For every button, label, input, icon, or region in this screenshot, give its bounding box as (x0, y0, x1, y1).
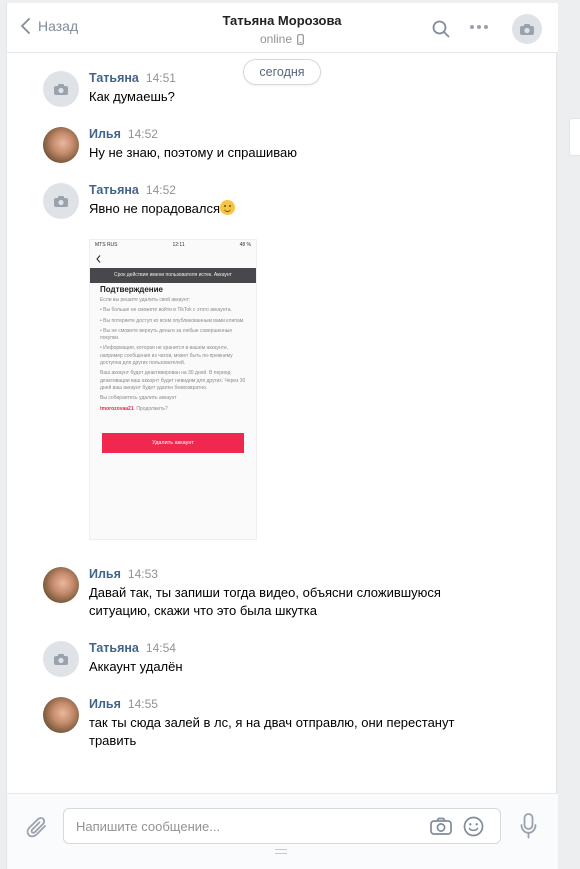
phone-username: tmorozovaa21 (100, 405, 134, 412)
avatar[interactable] (43, 183, 79, 219)
message-text-wrap: Явно не порадовался (89, 200, 479, 218)
message-time[interactable]: 14:54 (146, 641, 176, 655)
phone-time: 12:11 (172, 242, 185, 248)
message-header: Татьяна 14:51 (89, 71, 176, 85)
phone-question-suffix: . Продолжить? (133, 405, 168, 412)
dialog-header: Назад Татьяна Морозова online (7, 3, 558, 53)
more-options-icon[interactable] (470, 25, 488, 29)
phone-bullet: • Вы потеряете доступ ко всем опубликова… (100, 317, 245, 324)
author-name[interactable]: Илья (89, 127, 121, 141)
avatar[interactable] (43, 567, 79, 603)
phone-delete-button: Удалить аккаунт (102, 432, 244, 453)
camera-icon (54, 653, 68, 665)
paperclip-icon (26, 817, 46, 838)
search-button[interactable] (432, 20, 450, 41)
contact-avatar[interactable] (512, 14, 542, 44)
author-name[interactable]: Татьяна (89, 183, 139, 197)
camera-icon (520, 23, 534, 35)
avatar[interactable] (43, 71, 79, 107)
message-time[interactable]: 14:51 (146, 71, 176, 85)
phone-deactivation-note: Ваш аккаунт будет деактивирован на 30 дн… (100, 370, 246, 391)
message-input-box (63, 808, 501, 844)
message-time[interactable]: 14:52 (128, 127, 158, 141)
message-header: Татьяна 14:54 (89, 641, 176, 655)
microphone-icon (520, 813, 537, 839)
chevron-left-icon (21, 18, 30, 34)
online-status: online (177, 32, 387, 46)
message-text: Как думаешь? (89, 89, 175, 104)
message-header: Илья 14:52 (89, 127, 158, 141)
phone-banner: Срок действия имени пользователя истек. … (90, 268, 256, 283)
date-divider: сегодня (243, 59, 321, 85)
battery-text: 48 % (239, 242, 251, 248)
message-input[interactable] (76, 817, 406, 835)
back-label: Назад (38, 18, 79, 34)
carrier-text: MTS RUS (95, 242, 118, 248)
phone-bullet: • Вы больше не сможете войти в TikTok с … (100, 307, 232, 314)
winking-face-emoji-icon (220, 200, 235, 215)
phone-back-icon (90, 250, 256, 268)
phone-bullet: • Вы не сможете вернуть деньги за любые … (100, 327, 233, 342)
avatar[interactable] (43, 127, 79, 163)
message-header: Татьяна 14:52 (89, 183, 176, 197)
voice-message-button[interactable] (520, 813, 537, 842)
phone-intro: Если вы решите удалить свой аккаунт: (100, 297, 191, 303)
message-text: так ты сюда залей в лс, я на двач отправ… (89, 715, 455, 748)
camera-button[interactable] (430, 817, 452, 838)
status-text: online (259, 32, 293, 46)
attached-image[interactable]: MTS RUS 12:11 48 % Срок действия имени п… (89, 239, 257, 540)
emoji-button[interactable] (463, 816, 484, 840)
author-name[interactable]: Илья (89, 697, 121, 711)
avatar[interactable] (43, 697, 79, 733)
phone-question: Вы собираетесь удалить аккаунт (100, 395, 177, 402)
message-text: Явно не порадовался (89, 201, 220, 216)
dialog-panel: Назад Татьяна Морозова online сегодня Та… (6, 3, 558, 869)
avatar[interactable] (43, 641, 79, 677)
phone-question-line: tmorozovaa21. Продолжить? (100, 406, 246, 413)
phone-bullet: • Информация, которая не хранится в ваше… (100, 345, 233, 367)
dialog-title-block: Татьяна Морозова online (177, 13, 387, 46)
message-header: Илья 14:53 (89, 567, 158, 581)
smile-icon (463, 816, 484, 837)
message-time[interactable]: 14:53 (128, 567, 158, 581)
camera-icon (430, 817, 452, 835)
phone-status-bar: MTS RUS 12:11 48 % (90, 240, 256, 250)
message-time[interactable]: 14:55 (128, 697, 158, 711)
back-button[interactable]: Назад (21, 18, 78, 34)
message-text: Ну не знаю, поэтому и спрашиваю (89, 145, 298, 160)
message-text: Аккаунт удалён (89, 659, 183, 674)
mobile-phone-icon (297, 33, 304, 45)
message-header: Илья 14:55 (89, 697, 158, 711)
camera-icon (54, 195, 68, 207)
contact-name[interactable]: Татьяна Морозова (177, 13, 387, 28)
message-time[interactable]: 14:52 (146, 183, 176, 197)
phone-heading: Подтверждение (100, 285, 163, 294)
search-icon (432, 20, 450, 38)
side-panel-edge (569, 118, 580, 156)
author-name[interactable]: Татьяна (89, 71, 139, 85)
attach-button[interactable] (26, 815, 48, 842)
message-text: Давай так, ты запиши тогда видео, объясн… (89, 585, 441, 618)
message-composer (7, 793, 558, 869)
author-name[interactable]: Илья (89, 567, 121, 581)
phone-content: Подтверждение Если вы решите удалить сво… (90, 283, 256, 453)
resize-handle[interactable] (275, 849, 287, 854)
author-name[interactable]: Татьяна (89, 641, 139, 655)
camera-icon (54, 83, 68, 95)
